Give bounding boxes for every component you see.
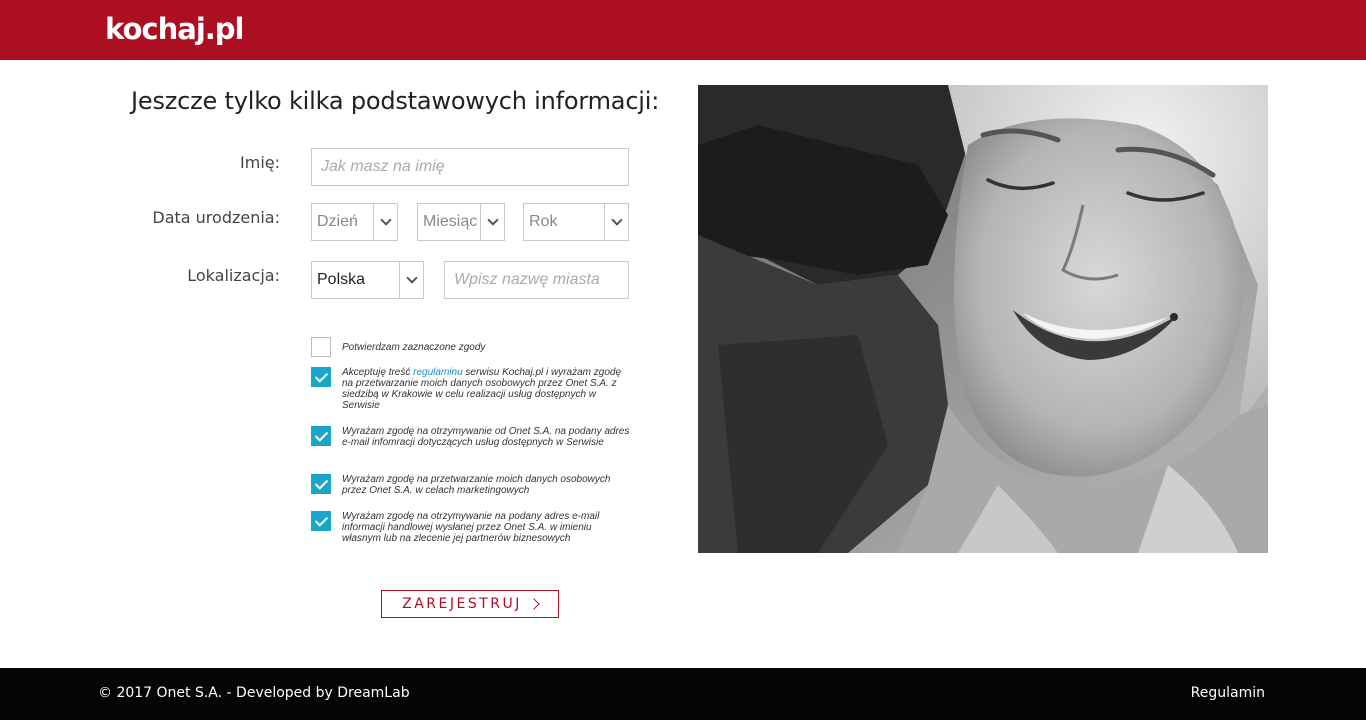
terms-consent-checkbox[interactable] (311, 367, 331, 387)
day-select[interactable]: Dzień (311, 203, 398, 241)
site-footer: © 2017 Onet S.A. - Developed by DreamLab… (0, 668, 1366, 720)
terms-footer-link[interactable]: Regulamin (1191, 685, 1265, 701)
couple-photo-illustration (698, 85, 1268, 553)
email-services-consent-label: Wyrażam zgodę na otrzymywanie od Onet S.… (342, 426, 630, 448)
email-services-consent-checkbox[interactable] (311, 426, 331, 446)
day-select-value: Dzień (317, 213, 358, 230)
month-select[interactable]: Miesiąc (417, 203, 505, 241)
birth-date-label: Data urodzenia: (152, 208, 280, 227)
name-input[interactable] (321, 149, 628, 185)
page-title: Jeszcze tylko kilka podstawowych informa… (131, 87, 660, 115)
city-input[interactable] (454, 262, 628, 298)
commercial-info-consent-label: Wyrażam zgodę na otrzymywanie na podany … (342, 511, 600, 544)
country-select-toggle[interactable] (399, 262, 423, 298)
register-button-label: ZAREJESTRUJ (402, 596, 522, 612)
confirm-consents-checkbox[interactable] (311, 337, 331, 357)
year-select-toggle[interactable] (604, 204, 628, 240)
chevron-right-icon (528, 598, 540, 610)
country-select[interactable]: Polska (311, 261, 424, 299)
commercial-info-consent-checkbox[interactable] (311, 511, 331, 531)
copyright-text: © 2017 Onet S.A. - Developed by DreamLab (98, 685, 410, 701)
location-label: Lokalizacja: (187, 266, 280, 285)
year-select[interactable]: Rok (523, 203, 629, 241)
couple-photo (698, 85, 1268, 553)
country-select-value: Polska (317, 271, 366, 288)
month-select-toggle[interactable] (480, 204, 504, 240)
name-field-wrapper (311, 148, 629, 186)
name-label: Imię: (240, 153, 280, 172)
chevron-down-icon (610, 214, 623, 226)
year-select-value: Rok (529, 213, 558, 230)
month-select-value: Miesiąc (423, 213, 478, 230)
site-header: kochaj.pl (0, 0, 1366, 60)
chevron-down-icon (379, 214, 392, 226)
marketing-consent-checkbox[interactable] (311, 474, 331, 494)
terms-consent-text-before: Akceptuję treść (342, 367, 414, 378)
logo[interactable]: kochaj.pl (105, 11, 244, 47)
register-button[interactable]: ZAREJESTRUJ (381, 590, 559, 618)
city-field-wrapper (444, 261, 629, 299)
terms-link[interactable]: regulaminu (413, 367, 462, 378)
terms-consent-label: Akceptuję treść regulaminu serwisu Kocha… (342, 367, 632, 411)
confirm-consents-label: Potwierdzam zaznaczone zgody (342, 342, 486, 353)
day-select-toggle[interactable] (373, 204, 397, 240)
marketing-consent-label: Wyrażam zgodę na przetwarzanie moich dan… (342, 474, 611, 496)
chevron-down-icon (486, 214, 499, 226)
chevron-down-icon (405, 272, 418, 284)
